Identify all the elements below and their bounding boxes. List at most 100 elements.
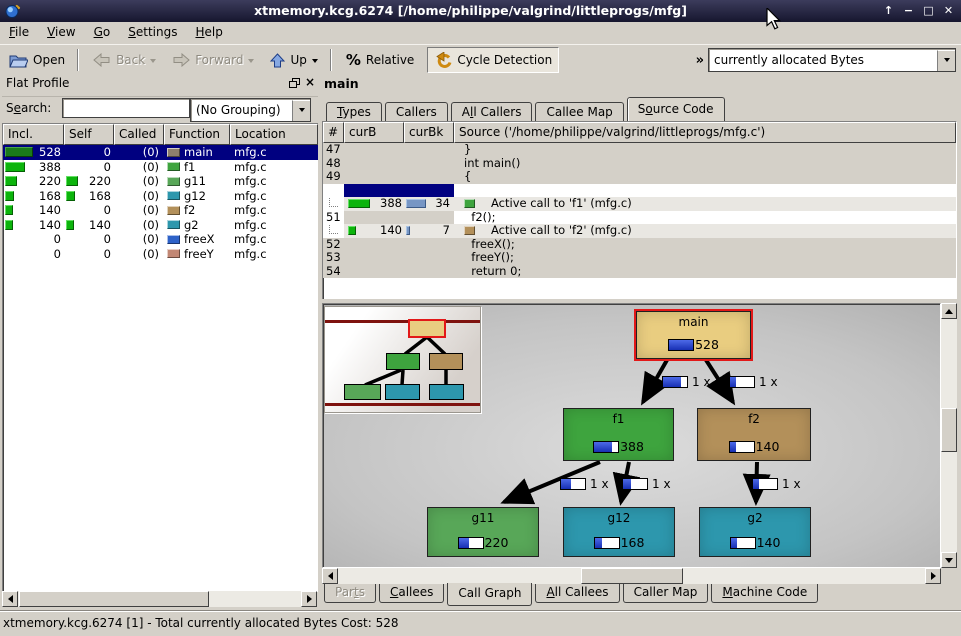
call-graph-hscrollbar[interactable] [322,568,941,584]
graph-node-f2[interactable]: f2140 [697,408,811,461]
cycle-detection-button[interactable]: Cycle Detection [427,47,559,73]
combobox-arrow-icon[interactable] [937,50,955,71]
active-call-row[interactable]: 1407Active call to 'f2' (mfg.c) [323,224,956,238]
grouping-combobox[interactable]: (No Grouping) [190,98,311,122]
maximize-button[interactable]: □ [920,2,937,19]
minimize-button[interactable]: − [900,2,917,19]
scrollbar-thumb[interactable] [581,568,683,584]
up-dropdown-icon[interactable] [312,59,318,66]
tab-callees[interactable]: Callees [379,584,444,603]
dock-float-icon[interactable] [289,78,299,87]
toolbar-overflow-chevron[interactable]: » [692,53,708,68]
search-input[interactable] [62,98,190,118]
scrollbar-thumb[interactable] [19,591,209,607]
self-cell: 0 [64,203,114,218]
function-cell: main [164,145,230,160]
scrollbar-thumb[interactable] [941,408,957,452]
table-row[interactable]: 140140(0)g2mfg.c [3,218,318,233]
scroll-right-icon[interactable] [301,591,317,607]
active-call-row[interactable]: 38834Active call to 'f1' (mfg.c) [323,197,956,211]
title-bar[interactable]: xtmemory.kcg.6274 [/home/philippe/valgri… [0,0,961,22]
combobox-arrow-icon[interactable] [292,100,310,121]
column-header-location[interactable]: Location [230,124,318,145]
relative-button[interactable]: % Relative [339,47,421,73]
scroll-left-icon[interactable] [2,591,18,607]
tab-machine-code[interactable]: Machine Code [711,584,818,603]
curbk-cell [404,265,454,279]
source-line-row[interactable]: 51 f2(); [323,211,956,225]
back-button[interactable]: Back [86,47,163,73]
called-cell: (0) [114,247,164,262]
node-cost-bar [594,537,620,549]
up-button[interactable]: Up [263,47,324,73]
close-button[interactable]: ✕ [940,2,957,19]
graph-node-f1[interactable]: f1388 [563,408,674,461]
menu-item-go[interactable]: Go [85,22,120,43]
table-row[interactable]: 00(0)freeYmfg.c [3,247,318,262]
tab-all-callees[interactable]: All Callees [535,584,619,603]
menu-item-settings[interactable]: Settings [119,22,186,43]
table-row[interactable]: 00(0)freeXmfg.c [3,232,318,247]
column-header-called[interactable]: Called [114,124,164,145]
column-header-incl[interactable]: Incl. [3,124,64,145]
source-line-row[interactable]: 53 freeY(); [323,251,956,265]
graph-node-main[interactable]: main528 [636,311,751,359]
tab-source-code[interactable]: Source Code [627,97,725,121]
source-column-header[interactable]: curB [344,122,404,143]
line-number-cell [323,224,344,238]
dock-titlebar[interactable]: Flat Profile × [2,74,318,97]
tab-types[interactable]: Types [326,102,382,121]
function-cell: g11 [164,174,230,189]
menu-item-view[interactable]: View [38,22,84,43]
shade-button[interactable]: ↑ [880,2,897,19]
source-line-row[interactable]: 50 f1(); [323,184,956,198]
call-graph-canvas[interactable]: main528f1388f2140g11220g12168g21401 x1 x… [322,303,941,568]
forward-button[interactable]: Forward [165,47,261,73]
back-dropdown-icon[interactable] [150,59,156,66]
graph-node-g12[interactable]: g12168 [563,507,675,557]
flat-profile-dock: Flat Profile × Search: (No Grouping) Inc… [2,74,318,608]
graph-node-g11[interactable]: g11220 [427,507,539,557]
column-header-function[interactable]: Function [164,124,230,145]
menu-item-file[interactable]: File [0,22,38,43]
source-column-header[interactable]: curBk [404,122,454,143]
table-row[interactable]: 5280(0)mainmfg.c [3,145,318,160]
event-type-combobox[interactable]: currently allocated Bytes [708,48,956,72]
tab-call-graph[interactable]: Call Graph [447,583,532,606]
forward-dropdown-icon[interactable] [248,59,254,66]
scroll-right-icon[interactable] [925,568,941,584]
flat-profile-hscrollbar[interactable] [2,591,317,607]
tab-callee-map[interactable]: Callee Map [535,102,623,121]
self-cell: 0 [64,232,114,247]
source-line-row[interactable]: 48int main() [323,157,956,171]
table-row[interactable]: 3880(0)f1mfg.c [3,160,318,175]
open-folder-icon [9,53,28,68]
table-row[interactable]: 220220(0)g11mfg.c [3,174,318,189]
menu-item-help[interactable]: Help [186,22,231,43]
call-graph-vscrollbar[interactable] [941,303,957,568]
table-row[interactable]: 1400(0)f2mfg.c [3,203,318,218]
tab-callers[interactable]: Callers [385,102,448,121]
scroll-down-icon[interactable] [941,552,957,568]
source-column-header[interactable]: # [323,122,344,143]
open-button[interactable]: Open [2,47,72,73]
scroll-up-icon[interactable] [941,303,957,319]
source-cell: freeX(); [454,238,956,252]
dock-close-icon[interactable]: × [305,76,315,88]
source-line-row[interactable]: 54 return 0; [323,265,956,279]
column-header-self[interactable]: Self [64,124,114,145]
source-line-row[interactable]: 52 freeX(); [323,238,956,252]
tab-all-callers[interactable]: All Callers [451,102,533,121]
location-cell: mfg.c [230,160,318,175]
graph-node-g2[interactable]: g2140 [699,507,811,557]
scroll-left-icon[interactable] [322,568,338,584]
node-label: g2 [700,511,810,525]
source-line-row[interactable]: 49{ [323,170,956,184]
table-row[interactable]: 168168(0)g12mfg.c [3,189,318,204]
source-column-header[interactable]: Source ('/home/philippe/valgrind/littlep… [454,122,956,143]
tab-caller-map[interactable]: Caller Map [623,584,709,603]
back-arrow-icon [93,53,111,67]
window-title: xtmemory.kcg.6274 [/home/philippe/valgri… [60,3,881,18]
source-line-row[interactable]: 47} [323,143,956,157]
location-cell: mfg.c [230,232,318,247]
